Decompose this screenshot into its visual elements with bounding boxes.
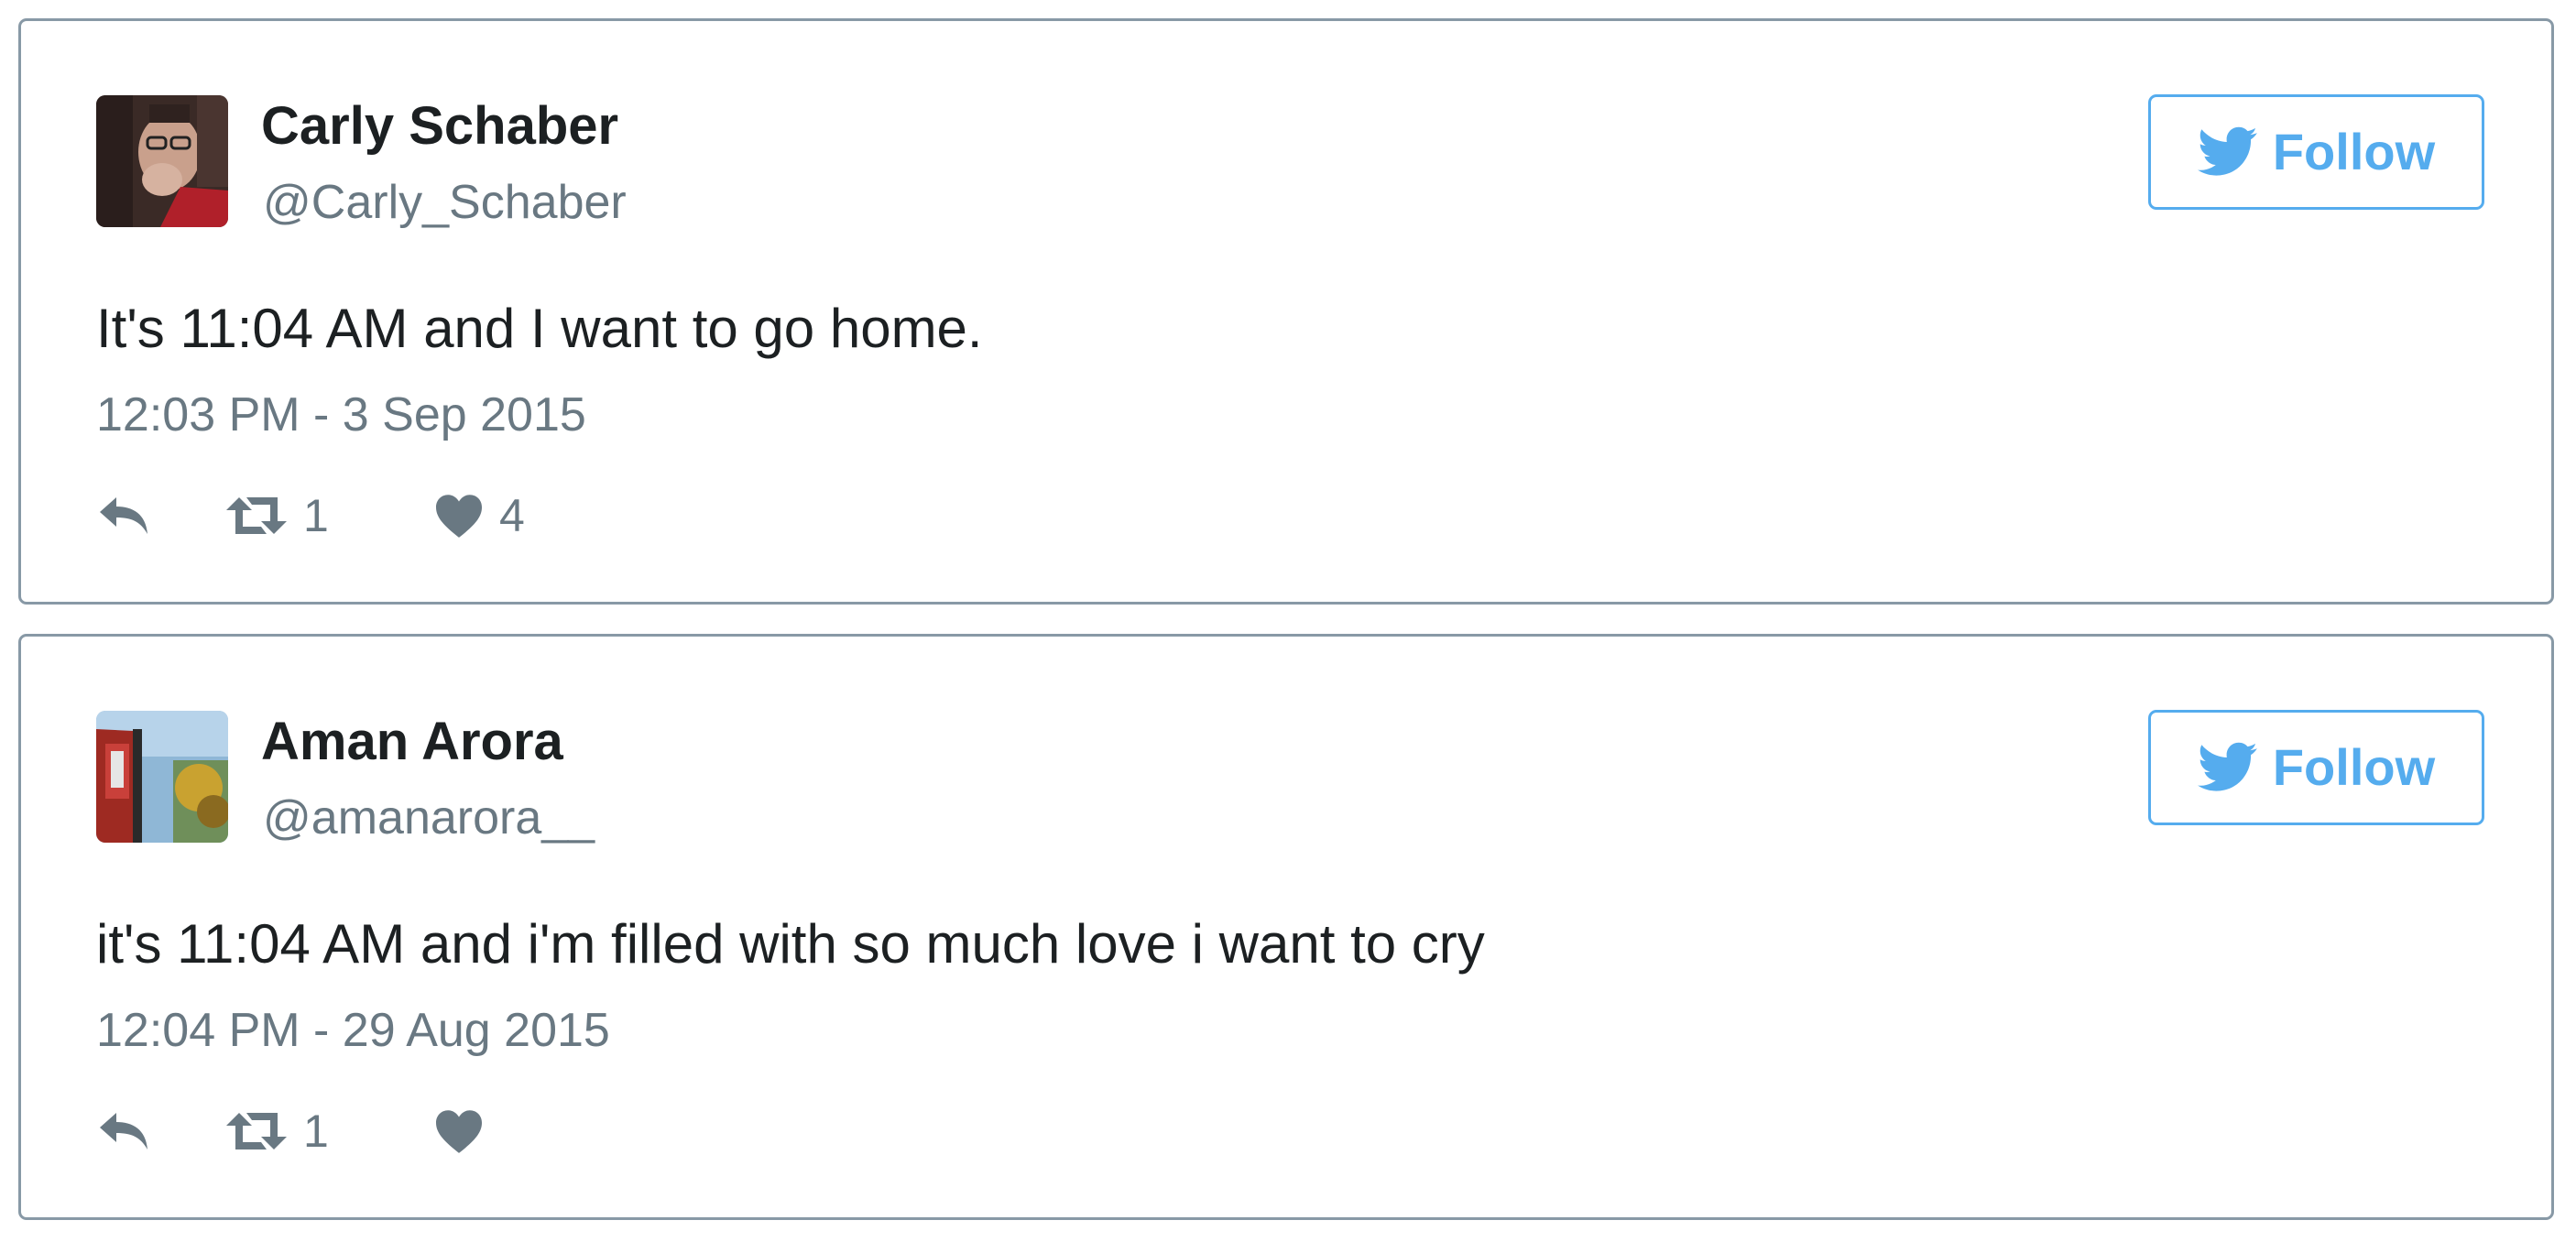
retweet-count: 1 xyxy=(303,490,329,541)
follow-label: Follow xyxy=(2272,738,2436,796)
twitter-bird-icon xyxy=(2197,742,2257,791)
retweet-button[interactable]: 1 xyxy=(224,1095,329,1168)
retweet-count: 1 xyxy=(303,1106,329,1157)
retweet-icon xyxy=(226,1113,287,1149)
tweet-text: it's 11:04 AM and i'm filled with so muc… xyxy=(96,913,1485,975)
follow-label: Follow xyxy=(2272,123,2436,180)
heart-icon xyxy=(436,495,482,538)
reply-button[interactable] xyxy=(96,479,153,552)
tweet-timestamp[interactable]: 12:03 PM - 3 Sep 2015 xyxy=(96,391,586,439)
follow-button[interactable]: Follow xyxy=(2148,710,2484,825)
tweet-embed-list: Carly Schaber @Carly_Schaber Follow It's… xyxy=(0,0,2576,1242)
display-name[interactable]: Aman Arora xyxy=(261,715,563,768)
reply-icon xyxy=(100,1113,147,1149)
tweet-card: Aman Arora @amanarora__ Follow it's 11:0… xyxy=(18,634,2554,1220)
avatar[interactable] xyxy=(96,711,228,843)
avatar-image xyxy=(96,95,228,227)
avatar-image xyxy=(96,711,228,843)
heart-icon xyxy=(436,1110,482,1153)
screen-name[interactable]: @amanarora__ xyxy=(263,794,595,842)
twitter-bird-icon xyxy=(2197,126,2257,176)
follow-button[interactable]: Follow xyxy=(2148,94,2484,210)
retweet-button[interactable]: 1 xyxy=(224,479,329,552)
retweet-icon xyxy=(226,497,287,534)
tweet-card: Carly Schaber @Carly_Schaber Follow It's… xyxy=(18,18,2554,605)
avatar[interactable] xyxy=(96,95,228,227)
tweet-timestamp[interactable]: 12:04 PM - 29 Aug 2015 xyxy=(96,1007,610,1054)
reply-button[interactable] xyxy=(96,1095,153,1168)
reply-icon xyxy=(100,497,147,534)
screen-name[interactable]: @Carly_Schaber xyxy=(263,179,627,226)
like-count: 4 xyxy=(499,490,525,541)
display-name[interactable]: Carly Schaber xyxy=(261,100,618,153)
like-button[interactable] xyxy=(433,1095,499,1168)
tweet-text: It's 11:04 AM and I want to go home. xyxy=(96,298,983,359)
like-button[interactable]: 4 xyxy=(433,479,525,552)
